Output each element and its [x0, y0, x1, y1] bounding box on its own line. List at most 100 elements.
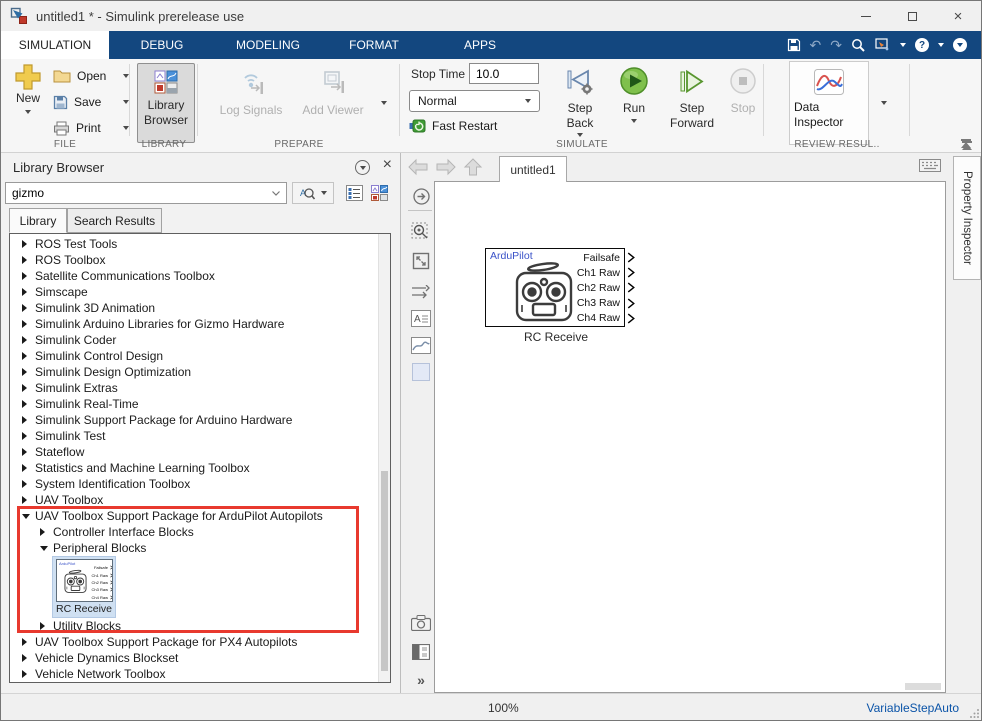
output-port-ch4-raw[interactable]: Ch4 Raw [85, 594, 111, 601]
tree-item-vehicle-network-toolbox[interactable]: Vehicle Network Toolbox [10, 666, 390, 682]
route-signals-button[interactable] [410, 281, 432, 303]
collapsed-arrow-icon[interactable] [22, 320, 32, 328]
data-inspector-button[interactable]: Data Inspector [789, 61, 869, 145]
stop-time-input[interactable] [469, 63, 539, 84]
collapsed-arrow-icon[interactable] [22, 496, 32, 504]
step-forward-button[interactable]: Step Forward [663, 61, 721, 131]
redo-button[interactable]: ↷ [830, 35, 842, 55]
list-view-button[interactable] [343, 182, 365, 204]
tree-item-simulink-3d-animation[interactable]: Simulink 3D Animation [10, 300, 390, 316]
simulation-mode-select[interactable]: Normal [409, 90, 540, 112]
collapsed-arrow-icon[interactable] [22, 256, 32, 264]
collapsed-arrow-icon[interactable] [22, 288, 32, 296]
tree-item-satellite-communications-toolbox[interactable]: Satellite Communications Toolbox [10, 268, 390, 284]
tree-item-simulink-coder[interactable]: Simulink Coder [10, 332, 390, 348]
collapsed-arrow-icon[interactable] [22, 336, 32, 344]
search-button[interactable] [851, 35, 866, 55]
close-button[interactable]: × [935, 1, 981, 31]
library-search-input[interactable] [6, 186, 272, 200]
tree-item-uav-toolbox-support-package-for-px4-autopilots[interactable]: UAV Toolbox Support Package for PX4 Auto… [10, 634, 390, 650]
up-button[interactable] [463, 157, 483, 177]
image-annotation-button[interactable] [410, 334, 432, 356]
tree-item-simulink-control-design[interactable]: Simulink Control Design [10, 348, 390, 364]
collapsed-arrow-icon[interactable] [22, 448, 32, 456]
screenshot-canvas-button[interactable] [410, 612, 432, 634]
collapsed-arrow-icon[interactable] [22, 368, 32, 376]
panel-menu-button[interactable] [355, 160, 370, 175]
model-browser-toggle[interactable] [410, 641, 432, 663]
tab-search-results[interactable]: Search Results [67, 208, 162, 233]
collapsed-arrow-icon[interactable] [22, 464, 32, 472]
panel-close-button[interactable]: × [383, 156, 392, 174]
solver-link[interactable]: VariableStepAuto [866, 701, 959, 715]
chevron-down-icon[interactable] [272, 191, 280, 196]
expanded-arrow-icon[interactable] [22, 514, 32, 519]
collapsed-arrow-icon[interactable] [22, 272, 32, 280]
rc-receive-block[interactable]: ArduPilot FailsafeCh1 RawCh2 RawCh3 RawC… [485, 248, 625, 327]
tree-item-vehicle-dynamics-blockset[interactable]: Vehicle Dynamics Blockset [10, 650, 390, 666]
tree-item-simscape[interactable]: Simscape [10, 284, 390, 300]
tree-item-uav-toolbox-support-package-for-ardupilot-autopilots[interactable]: UAV Toolbox Support Package for ArduPilo… [10, 508, 390, 524]
hide-browser-button[interactable] [410, 185, 432, 207]
tab-debug[interactable]: DEBUG [109, 31, 215, 59]
tree-item-stateflow[interactable]: Stateflow [10, 444, 390, 460]
output-port-ch1-raw[interactable]: Ch1 Raw [554, 265, 624, 280]
print-button[interactable]: Print [53, 117, 129, 139]
tab-modeling[interactable]: MODELING [215, 31, 321, 59]
resize-grip[interactable] [969, 708, 980, 719]
output-port-ch4-raw[interactable]: Ch4 Raw [554, 311, 624, 326]
review-dropdown[interactable] [875, 93, 893, 113]
output-port-ch2-raw[interactable]: Ch2 Raw [554, 280, 624, 295]
tab-format[interactable]: FORMAT [321, 31, 427, 59]
tree-item-utility-blocks[interactable]: Utility Blocks [10, 618, 390, 634]
screenshot-dropdown[interactable] [900, 35, 906, 55]
tab-library[interactable]: Library [9, 208, 67, 233]
tree-item-statistics-and-machine-learning-toolbox[interactable]: Statistics and Machine Learning Toolbox [10, 460, 390, 476]
search-options-button[interactable]: A [292, 182, 334, 204]
output-port-ch2-raw[interactable]: Ch2 Raw [85, 579, 111, 586]
output-port-failsafe[interactable]: Failsafe [554, 250, 624, 265]
output-port-ch3-raw[interactable]: Ch3 Raw [85, 586, 111, 593]
run-button[interactable]: Run [613, 61, 655, 123]
collapsed-arrow-icon[interactable] [22, 240, 32, 248]
prepare-gallery-dropdown[interactable] [375, 93, 393, 113]
collapsed-arrow-icon[interactable] [22, 400, 32, 408]
forward-button[interactable] [435, 158, 457, 176]
chevron-down-icon[interactable] [577, 133, 583, 137]
tab-simulation[interactable]: SIMULATION [1, 31, 109, 59]
add-viewer-button[interactable]: Add Viewer [295, 63, 371, 118]
output-port-ch1-raw[interactable]: Ch1 Raw [85, 571, 111, 578]
tree-item-system-identification-toolbox[interactable]: System Identification Toolbox [10, 476, 390, 492]
fit-to-view-button[interactable] [410, 250, 432, 272]
tree-item-simulink-support-package-for-arduino-hardware[interactable]: Simulink Support Package for Arduino Har… [10, 412, 390, 428]
collapsed-arrow-icon[interactable] [22, 432, 32, 440]
tree-item-simulink-test[interactable]: Simulink Test [10, 428, 390, 444]
screenshot-button[interactable] [875, 35, 891, 55]
collapsed-arrow-icon[interactable] [22, 638, 32, 646]
collapsed-arrow-icon[interactable] [22, 384, 32, 392]
library-search-combo[interactable] [5, 182, 287, 204]
tree-scrollbar-thumb[interactable] [381, 471, 388, 671]
tree-item-peripheral-blocks[interactable]: Peripheral Blocks [10, 540, 390, 556]
help-button[interactable]: ? [915, 35, 929, 55]
tree-item-simulink-design-optimization[interactable]: Simulink Design Optimization [10, 364, 390, 380]
maximize-button[interactable] [889, 1, 935, 31]
tree-item-uav-toolbox[interactable]: UAV Toolbox [10, 492, 390, 508]
library-browser-button[interactable]: Library Browser [137, 63, 195, 143]
save-button[interactable]: Save [53, 91, 129, 113]
tree-item-simulink-extras[interactable]: Simulink Extras [10, 380, 390, 396]
output-port-ch3-raw[interactable]: Ch3 Raw [554, 296, 624, 311]
keyboard-shortcuts-button[interactable] [917, 157, 943, 174]
collapsed-arrow-icon[interactable] [22, 654, 32, 662]
new-button[interactable]: New [7, 63, 49, 114]
tree-item-controller-interface-blocks[interactable]: Controller Interface Blocks [10, 524, 390, 540]
collapsed-arrow-icon[interactable] [22, 670, 32, 678]
collapse-panel-button[interactable] [958, 141, 976, 150]
annotation-button[interactable]: A [410, 307, 432, 329]
model-tab-untitled1[interactable]: untitled1 [499, 156, 567, 182]
property-inspector-tab[interactable]: Property Inspector [953, 156, 981, 280]
step-back-button[interactable]: Step Back [555, 61, 605, 137]
chevron-down-icon[interactable] [25, 110, 31, 114]
expanded-arrow-icon[interactable] [40, 546, 50, 551]
chevron-down-icon[interactable] [631, 119, 637, 123]
